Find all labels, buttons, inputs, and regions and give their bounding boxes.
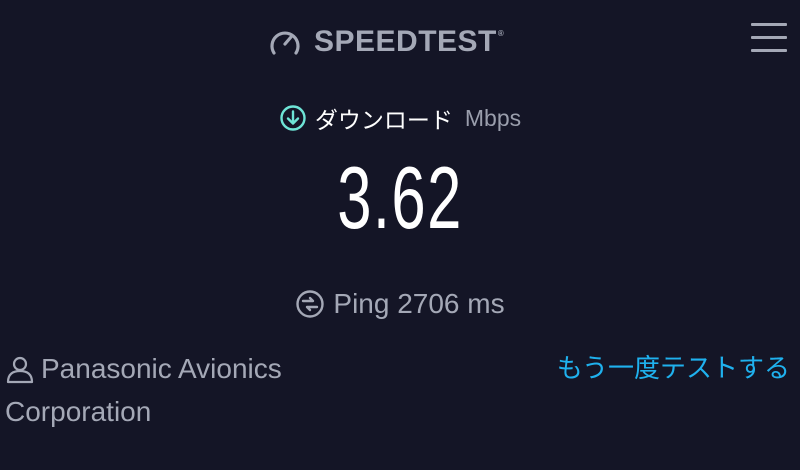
retest-button[interactable]: もう一度テストする <box>557 348 790 390</box>
hamburger-menu-icon[interactable] <box>748 20 790 56</box>
unit-label: Mbps <box>464 104 522 131</box>
speedometer-icon <box>268 27 302 57</box>
download-speed-value: 3.62 <box>337 148 463 247</box>
download-header: ダウンロード Mbps <box>0 98 800 138</box>
speedtest-logo: SPEEDTEST® <box>268 22 504 62</box>
app-header: SPEEDTEST® <box>0 0 800 84</box>
ping-value: Ping 2706 ms <box>333 288 505 319</box>
ping-circle-icon <box>295 289 325 319</box>
provider-name: Panasonic Avionics <box>41 353 282 384</box>
provider-info: Panasonic Avionics Corporation <box>5 348 425 434</box>
person-icon <box>5 354 35 384</box>
ping-row: Ping 2706 ms <box>0 282 800 326</box>
arrow-down-circle-icon <box>279 104 307 132</box>
brand-name: SPEEDTEST® <box>314 25 505 58</box>
download-label: ダウンロード <box>314 108 453 134</box>
provider-name-continued: Corporation <box>5 396 152 427</box>
